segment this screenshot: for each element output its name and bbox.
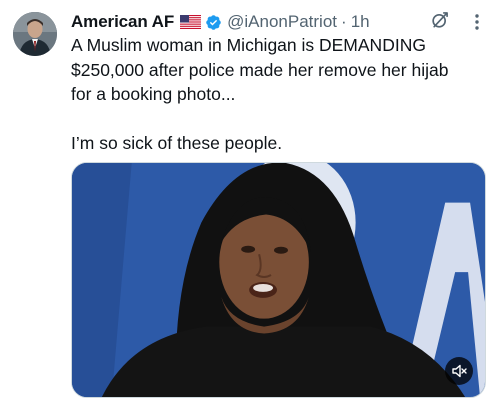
video-player[interactable]	[71, 162, 486, 398]
mute-button[interactable]	[445, 357, 473, 385]
us-flag-icon	[180, 15, 202, 29]
grok-icon[interactable]	[430, 10, 450, 30]
avatar[interactable]	[13, 12, 57, 56]
tweet[interactable]: American AF @iAnonPatriot · 1h A Muslim …	[0, 0, 500, 409]
video-frame	[72, 163, 485, 397]
more-icon[interactable]	[468, 12, 486, 32]
handle[interactable]: @iAnonPatriot	[227, 12, 337, 32]
verified-badge-icon[interactable]	[205, 14, 222, 31]
separator-dot: ·	[341, 12, 347, 31]
volume-mute-icon	[452, 364, 467, 378]
tweet-text: A Muslim woman in Michigan is DEMANDING …	[71, 35, 449, 153]
display-name[interactable]: American AF	[71, 12, 174, 32]
avatar-image	[13, 12, 57, 56]
timestamp[interactable]: 1h	[351, 12, 370, 32]
tweet-header: American AF @iAnonPatriot · 1h	[71, 11, 480, 33]
